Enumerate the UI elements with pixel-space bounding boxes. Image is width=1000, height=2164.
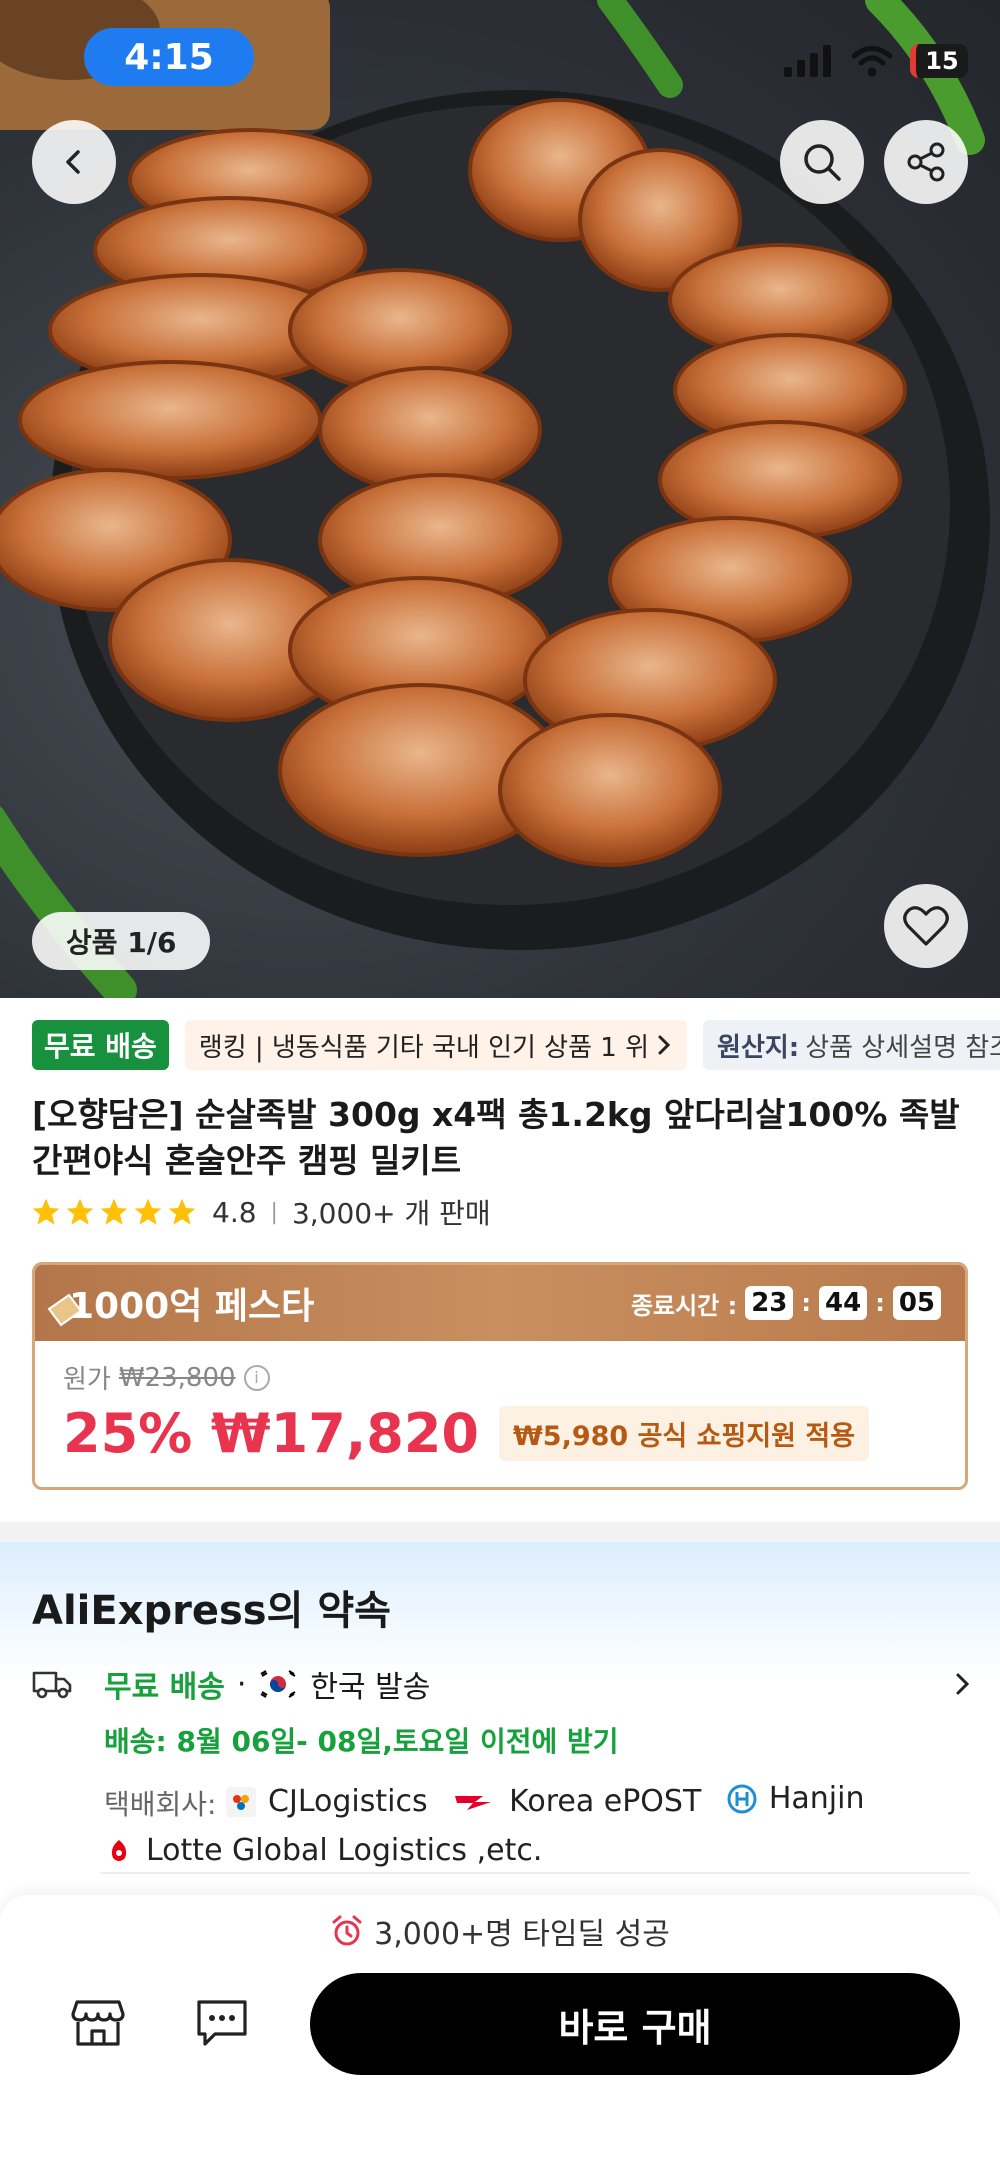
section-divider bbox=[0, 1522, 1000, 1542]
delivery-estimate: 배송: 8월 06일- 08일,토요일 이전에 받기 bbox=[104, 1725, 619, 1758]
lotte-logo-icon bbox=[104, 1836, 134, 1866]
carrier-name: Hanjin bbox=[768, 1781, 865, 1816]
promise-title: AliExpress의 약속 bbox=[32, 1588, 391, 1634]
discount-price: 25% ₩17,820 bbox=[63, 1402, 479, 1465]
deal-box: 1000억 페스타 종료시간 : 23 : 44 : 05 원가 ₩23,800… bbox=[32, 1262, 968, 1490]
bottom-action-bar: 3,000+명 타임딜 성공 바로 구매 bbox=[0, 1895, 1000, 2164]
carrier-label: 택배회사: bbox=[104, 1788, 217, 1821]
store-icon bbox=[71, 2000, 125, 2046]
product-image-gallery[interactable]: 4:15 15 상품 1/6 bbox=[0, 0, 1000, 998]
origin-label: 원산지: bbox=[717, 1032, 800, 1063]
product-title: [오향담은] 순살족발 300g x4팩 총1.2kg 앞다리살100% 족발 … bbox=[32, 1095, 960, 1180]
sold-count: 3,000+ 개 판매 bbox=[291, 1197, 491, 1230]
search-icon bbox=[804, 144, 841, 181]
original-price: ₩23,800 bbox=[118, 1362, 236, 1393]
free-shipping-badge: 무료 배송 bbox=[32, 1020, 169, 1070]
separator-dot: · bbox=[236, 1666, 247, 1702]
share-icon bbox=[907, 142, 945, 182]
share-button[interactable] bbox=[884, 120, 968, 204]
epost-logo-icon bbox=[453, 1787, 498, 1817]
chat-icon bbox=[197, 2000, 247, 2046]
countdown-timer: 종료시간 : 23 : 44 : 05 bbox=[631, 1286, 941, 1321]
free-shipping-text: 무료 배송 bbox=[104, 1670, 225, 1705]
shipping-info[interactable]: 무료 배송 · 한국 발송 배송: 8월 06일- 08일,토요일 이전에 받기… bbox=[32, 1662, 972, 1878]
chevron-right-icon bbox=[658, 1035, 671, 1055]
battery-icon: 15 bbox=[910, 44, 968, 78]
coupon-badge[interactable]: ₩5,980 공식 쇼핑지원 적용 bbox=[499, 1406, 870, 1461]
timer-seconds: 05 bbox=[892, 1286, 941, 1320]
deal-title: 1000억 페스타 bbox=[69, 1286, 315, 1327]
star-icon bbox=[66, 1198, 94, 1225]
star-icon bbox=[134, 1198, 162, 1225]
carrier-cj: CJLogistics bbox=[226, 1779, 428, 1825]
truck-icon bbox=[32, 1671, 72, 1699]
image-counter: 상품 1/6 bbox=[32, 912, 211, 970]
carrier-name: Lotte Global Logistics ,etc. bbox=[146, 1833, 543, 1868]
star-rating bbox=[30, 1196, 198, 1228]
hanjin-logo-icon bbox=[726, 1784, 757, 1814]
original-label: 원가 bbox=[63, 1365, 111, 1395]
status-time: 4:15 bbox=[84, 28, 254, 86]
star-icon bbox=[100, 1198, 128, 1225]
festa-ticket-icon bbox=[47, 1293, 83, 1327]
shipping-divider bbox=[100, 1872, 970, 1874]
timedeal-success: 3,000+명 타임딜 성공 bbox=[0, 1909, 1000, 1953]
timer-label: 종료시간 : bbox=[630, 1291, 738, 1320]
star-icon bbox=[168, 1198, 196, 1225]
carrier-hanjin: Hanjin bbox=[726, 1776, 865, 1822]
rating-row[interactable]: 4.8 | 3,000+ 개 판매 bbox=[30, 1192, 491, 1232]
chat-button[interactable] bbox=[190, 1991, 254, 2055]
status-icons: 15 bbox=[784, 44, 968, 78]
carrier-list: 택배회사: CJLogistics Korea ePOST Hanjin Lot… bbox=[104, 1776, 972, 1878]
timer-minutes: 44 bbox=[819, 1286, 868, 1320]
deal-header: 1000억 페스타 종료시간 : 23 : 44 : 05 bbox=[35, 1265, 965, 1341]
carrier-lotte: Lotte Global Logistics ,etc. bbox=[104, 1828, 542, 1874]
carrier-epost: Korea ePOST bbox=[453, 1779, 701, 1825]
chevron-left-icon bbox=[66, 150, 80, 174]
origin-tag: 원산지: 상품 상세설명 참조 bbox=[703, 1020, 1000, 1070]
divider: | bbox=[270, 1199, 278, 1225]
carrier-name: CJLogistics bbox=[268, 1784, 428, 1819]
ship-from-text: 한국 발송 bbox=[310, 1670, 431, 1705]
buy-now-button[interactable]: 바로 구매 bbox=[310, 1973, 960, 2075]
korea-flag-icon bbox=[258, 1669, 299, 1699]
chevron-right-icon bbox=[956, 1673, 970, 1695]
original-price-row: 원가 ₩23,800 i bbox=[63, 1359, 937, 1396]
product-tags: 무료 배송 랭킹 | 냉동식품 기타 국내 인기 상품 1 위 원산지: 상품 … bbox=[32, 1020, 1000, 1070]
carrier-name: Korea ePOST bbox=[509, 1784, 702, 1819]
wifi-icon bbox=[852, 46, 892, 77]
cj-logo-icon bbox=[226, 1787, 257, 1817]
star-icon bbox=[32, 1198, 60, 1225]
search-button[interactable] bbox=[780, 120, 864, 204]
store-button[interactable] bbox=[66, 1991, 130, 2055]
back-button[interactable] bbox=[32, 120, 116, 204]
alarm-clock-icon bbox=[332, 1915, 362, 1946]
info-icon[interactable]: i bbox=[243, 1364, 270, 1391]
origin-value: 상품 상세설명 참조 bbox=[805, 1032, 1000, 1063]
wishlist-button[interactable] bbox=[884, 884, 968, 968]
deal-body: 원가 ₩23,800 i 25% ₩17,820 ₩5,980 공식 쇼핑지원 … bbox=[35, 1341, 965, 1483]
ranking-tag[interactable]: 랭킹 | 냉동식품 기타 국내 인기 상품 1 위 bbox=[184, 1020, 688, 1070]
shipping-summary: 무료 배송 · 한국 발송 bbox=[32, 1662, 972, 1706]
heart-icon bbox=[903, 906, 949, 946]
price-row: 25% ₩17,820 ₩5,980 공식 쇼핑지원 적용 bbox=[63, 1402, 937, 1465]
signal-icon bbox=[784, 45, 831, 77]
ranking-text: 랭킹 | 냉동식품 기타 국내 인기 상품 1 위 bbox=[198, 1032, 650, 1063]
rating-value: 4.8 bbox=[212, 1195, 257, 1229]
success-text: 3,000+명 타임딜 성공 bbox=[374, 1917, 670, 1952]
timer-hours: 23 bbox=[745, 1286, 794, 1320]
